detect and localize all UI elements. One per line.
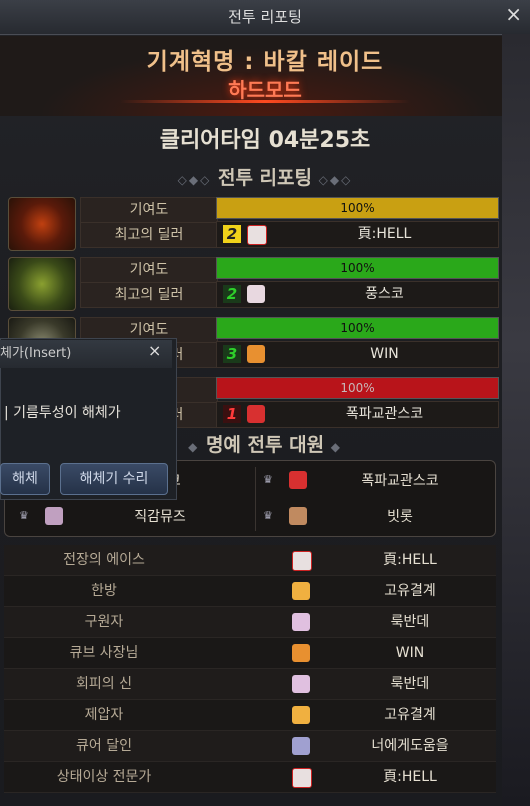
award-row: 큐브 사장님 WIN — [4, 638, 496, 669]
award-title: 구원자 — [84, 614, 124, 630]
difficulty-mode: 하드모드 — [228, 78, 302, 102]
party-row: 기여도 100% 최고의 딜러 2 頁:HELL — [6, 195, 501, 252]
divider — [255, 467, 256, 531]
rank-badge: 2 — [223, 225, 241, 243]
cube-avatar-icon — [292, 644, 310, 662]
section-report-label: 전투 리포팅 — [217, 167, 312, 189]
character-avatar-icon — [292, 737, 310, 755]
clear-time: 클리어타임 04분25초 — [159, 128, 371, 153]
top-dealer-field: 3 WIN — [216, 341, 499, 368]
award-row: 큐어 달인 너에게도움을 — [4, 731, 496, 762]
award-winner: 룩반데 — [390, 676, 430, 692]
class-portrait — [8, 197, 76, 251]
award-title: 전장의 에이스 — [63, 552, 145, 568]
award-title: 상태이상 전문가 — [56, 769, 152, 785]
section-report-title: ◇◆◇ 전투 리포팅 ◇◆◇ — [0, 163, 530, 190]
rank-badge: 2 — [223, 285, 241, 303]
honor-member: 빗롯 — [387, 509, 413, 525]
award-title: 제압자 — [84, 707, 124, 723]
deco-left-icon: ◇◆◇ — [177, 173, 212, 187]
close-icon[interactable]: × — [505, 2, 522, 26]
top-dealer-label: 최고의 딜러 — [80, 282, 218, 308]
contribution-label: 기여도 — [80, 197, 218, 223]
repair-disassembler-button[interactable]: 해체기 수리 — [60, 463, 168, 495]
contribution-bar: 100% — [216, 377, 499, 399]
cube-avatar-icon — [247, 345, 265, 363]
award-title: 한방 — [91, 583, 117, 599]
character-avatar-icon — [292, 551, 312, 571]
top-dealer-field: 2 풍스코 — [216, 281, 499, 308]
award-winner: 고유결계 — [384, 583, 436, 599]
contribution-label: 기여도 — [80, 257, 218, 283]
deco-right-icon: ◇◆◇ — [318, 173, 353, 187]
honor-member: 직감뮤즈 — [134, 509, 186, 525]
top-dealer-field: 1 폭파교관스코 — [216, 401, 499, 428]
top-dealer-field: 2 頁:HELL — [216, 221, 499, 248]
window-title: 전투 리포팅 — [0, 0, 530, 35]
award-row: 한방 고유결계 — [4, 576, 496, 607]
background-game-scene — [502, 34, 530, 806]
award-title: 큐어 달인 — [76, 738, 132, 754]
award-winner: 룩반데 — [390, 614, 430, 630]
class-portrait — [8, 257, 76, 311]
award-row: 회피의 신 룩반데 — [4, 669, 496, 700]
character-avatar-icon — [292, 675, 310, 693]
dialog-title: 체가(Insert) — [0, 340, 172, 368]
dialog-close-icon[interactable]: × — [148, 341, 161, 360]
award-row: 전장의 에이스 頁:HELL — [4, 545, 496, 576]
award-title: 회피의 신 — [76, 676, 132, 692]
rank-badge: 1 — [223, 405, 241, 423]
dealer-name: 폭파교관스코 — [345, 406, 424, 422]
character-avatar-icon — [247, 405, 265, 423]
award-winner: 頁:HELL — [383, 769, 437, 785]
award-winner: WIN — [395, 645, 425, 661]
award-winner: 頁:HELL — [383, 552, 437, 568]
character-avatar-icon — [292, 613, 310, 631]
deco-left-icon: ◆ — [188, 440, 200, 454]
dealer-name: WIN — [370, 346, 399, 362]
character-avatar-icon — [45, 507, 63, 525]
dealer-name: 頁:HELL — [357, 226, 412, 242]
section-honor-label: 명예 전투 대원 — [205, 434, 325, 456]
dealer-name: 풍스코 — [365, 286, 404, 302]
crown-icon: ♛ — [19, 509, 29, 522]
crown-icon: ♛ — [263, 473, 273, 486]
contribution-bar: 100% — [216, 257, 499, 279]
character-avatar-icon — [292, 768, 312, 788]
award-row: 상태이상 전문가 頁:HELL — [4, 762, 496, 793]
award-title: 큐브 사장님 — [69, 645, 139, 661]
award-winner: 고유결계 — [384, 707, 436, 723]
deco-right-icon: ◆ — [330, 440, 342, 454]
contribution-bar: 100% — [216, 197, 499, 219]
awards-list: 전장의 에이스 頁:HELL 한방 고유결계 구원자 룩반데 큐브 사장님 WIN 회피… — [4, 545, 496, 793]
dialog-message: | 기름투성이 해체가 — [4, 405, 121, 421]
character-avatar-icon — [247, 225, 267, 245]
party-row: 기여도 100% 최고의 딜러 2 풍스코 — [6, 255, 501, 312]
honor-member: 폭파교관스코 — [361, 473, 439, 489]
rank-badge: 3 — [223, 345, 241, 363]
award-row: 제압자 고유결계 — [4, 700, 496, 731]
disassemble-button[interactable]: 해체 — [0, 463, 50, 495]
top-dealer-label: 최고의 딜러 — [80, 222, 218, 248]
character-avatar-icon — [247, 285, 265, 303]
award-row: 구원자 룩반데 — [4, 607, 496, 638]
character-avatar-icon — [292, 706, 310, 724]
contribution-bar: 100% — [216, 317, 499, 339]
dungeon-name: 기계혁명 : 바칼 레이드 — [146, 49, 384, 75]
crown-icon: ♛ — [263, 509, 273, 522]
award-winner: 너에게도움을 — [371, 738, 449, 754]
mode-underline — [120, 100, 410, 103]
character-avatar-icon — [292, 582, 310, 600]
